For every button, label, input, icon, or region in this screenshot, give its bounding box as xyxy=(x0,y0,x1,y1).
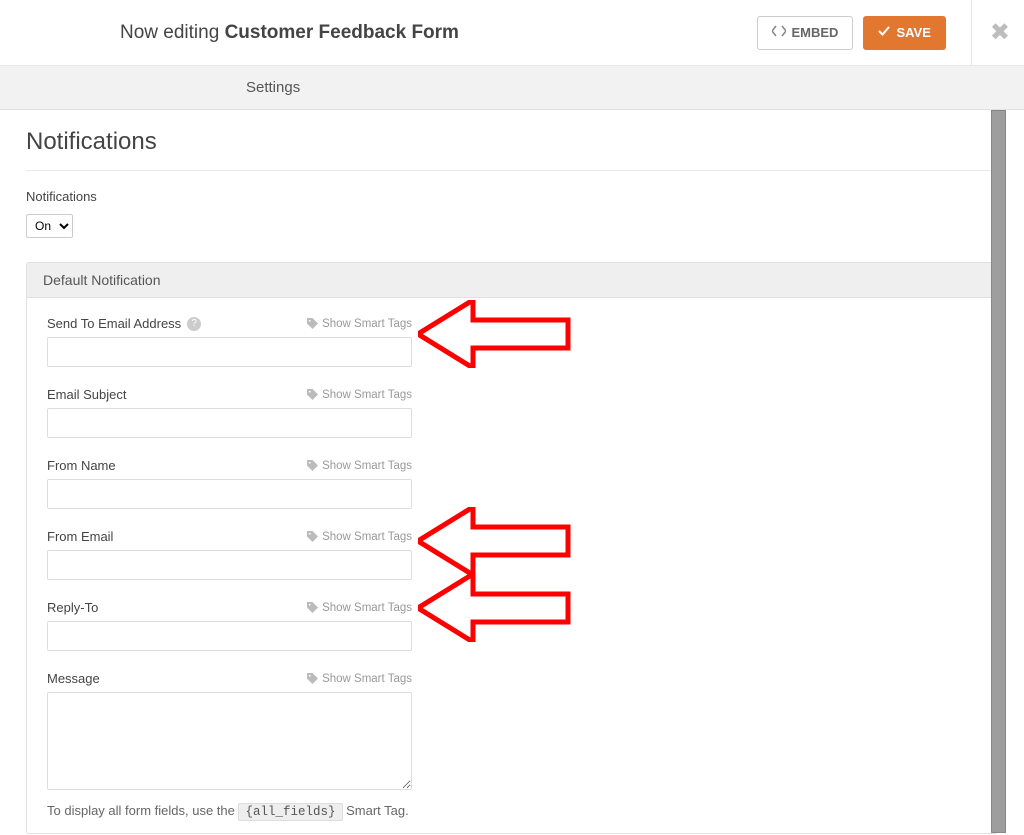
send-to-label: Send To Email Address xyxy=(47,316,181,331)
field-reply-to: Reply-To Show Smart Tags xyxy=(47,600,977,651)
panel-title: Default Notification xyxy=(27,263,997,298)
field-email-subject: Email Subject Show Smart Tags xyxy=(47,387,977,438)
email-subject-input[interactable] xyxy=(47,408,412,438)
tag-icon xyxy=(307,318,318,329)
smart-tags-link[interactable]: Show Smart Tags xyxy=(307,531,412,543)
header-title: Now editing Customer Feedback Form xyxy=(0,22,757,44)
tag-icon xyxy=(307,460,318,471)
smart-tags-link[interactable]: Show Smart Tags xyxy=(307,673,412,685)
header-title-name: Customer Feedback Form xyxy=(225,22,459,43)
reply-to-label: Reply-To xyxy=(47,600,98,615)
message-textarea[interactable] xyxy=(47,692,412,790)
scrollbar[interactable] xyxy=(991,110,1006,833)
email-subject-label: Email Subject xyxy=(47,387,126,402)
from-name-input[interactable] xyxy=(47,479,412,509)
smart-tags-link[interactable]: Show Smart Tags xyxy=(307,389,412,401)
from-email-input[interactable] xyxy=(47,550,412,580)
save-button-label: SAVE xyxy=(896,25,930,40)
embed-button[interactable]: EMBED xyxy=(757,16,854,50)
notifications-toggle-select[interactable]: On xyxy=(26,214,73,238)
field-send-to: Send To Email Address ? Show Smart Tags xyxy=(47,316,977,367)
tag-icon xyxy=(307,602,318,613)
header-title-prefix: Now editing xyxy=(120,22,225,43)
hint-token: {all_fields} xyxy=(238,803,342,821)
default-notification-panel: Default Notification Send To Email Addre… xyxy=(26,262,998,834)
app-header: Now editing Customer Feedback Form EMBED… xyxy=(0,0,1024,66)
hint-suffix: Smart Tag. xyxy=(343,803,409,818)
header-actions: EMBED SAVE xyxy=(757,16,966,50)
tag-icon xyxy=(307,389,318,400)
close-icon: ✖ xyxy=(990,19,1010,46)
from-name-label: From Name xyxy=(47,458,116,473)
notifications-toggle-label: Notifications xyxy=(26,189,998,204)
field-message: Message Show Smart Tags xyxy=(47,671,977,795)
tag-icon xyxy=(307,531,318,542)
smart-tags-link[interactable]: Show Smart Tags xyxy=(307,460,412,472)
tab-settings[interactable]: Settings xyxy=(246,79,300,96)
all-fields-hint: To display all form fields, use the {all… xyxy=(47,803,977,819)
main: Notifications Notifications On Default N… xyxy=(0,110,1024,835)
help-icon[interactable]: ? xyxy=(187,317,201,331)
header-divider xyxy=(971,0,972,66)
nav-bar: Settings xyxy=(0,66,1024,110)
field-from-name: From Name Show Smart Tags xyxy=(47,458,977,509)
check-icon xyxy=(878,25,890,40)
tag-icon xyxy=(307,673,318,684)
close-button[interactable]: ✖ xyxy=(990,18,1024,47)
panel-body: Send To Email Address ? Show Smart Tags … xyxy=(27,298,997,833)
send-to-input[interactable] xyxy=(47,337,412,367)
reply-to-input[interactable] xyxy=(47,621,412,651)
from-email-label: From Email xyxy=(47,529,113,544)
smart-tags-link[interactable]: Show Smart Tags xyxy=(307,602,412,614)
smart-tags-link[interactable]: Show Smart Tags xyxy=(307,318,412,330)
message-label: Message xyxy=(47,671,100,686)
hint-prefix: To display all form fields, use the xyxy=(47,803,238,818)
page-heading: Notifications xyxy=(26,120,998,171)
field-from-email: From Email Show Smart Tags xyxy=(47,529,977,580)
code-icon xyxy=(772,25,786,40)
embed-button-label: EMBED xyxy=(792,25,839,40)
save-button[interactable]: SAVE xyxy=(863,16,945,50)
content: Notifications Notifications On Default N… xyxy=(0,110,1024,835)
